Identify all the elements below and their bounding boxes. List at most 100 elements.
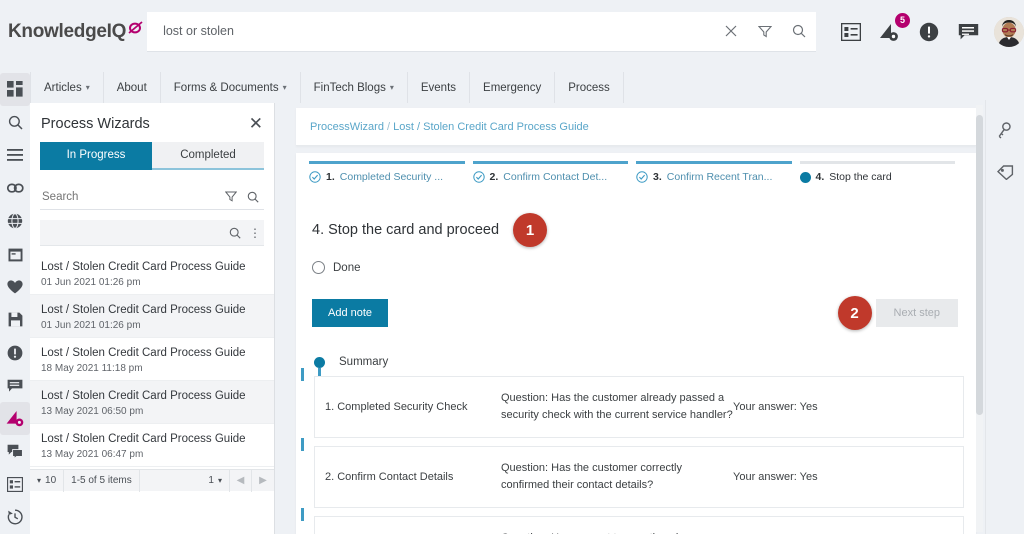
wizard-icon[interactable] — [0, 402, 30, 436]
globe-icon[interactable] — [0, 205, 30, 238]
list-item-title: Lost / Stolen Credit Card Process Guide — [41, 347, 246, 360]
chat-icon[interactable] — [955, 19, 981, 45]
logo-text: KnowledgeIQ — [8, 20, 127, 42]
scrollbar[interactable] — [976, 105, 983, 532]
right-icon-rail — [985, 100, 1024, 534]
wizard-stepper: 1. Completed Security ... 2. Confirm Con… — [296, 153, 976, 183]
search-icon[interactable] — [224, 227, 246, 239]
nav-tab-process[interactable]: Process — [555, 72, 624, 103]
step-progress-bar — [472, 161, 628, 164]
add-note-button[interactable]: Add note — [312, 299, 389, 327]
process-wizards-panel: Process Wizards ✕ In Progress Completed … — [30, 103, 275, 534]
nav-tab-label: FinTech Blogs — [313, 81, 386, 94]
search-icon[interactable] — [0, 106, 30, 139]
step-number: 3. — [653, 171, 662, 183]
annotation-badge-2: 2 — [837, 296, 872, 330]
action-buttons: Add note 2 Next step — [296, 274, 976, 330]
alert-icon[interactable] — [0, 336, 30, 369]
breadcrumb-current: Lost / Stolen Credit Card Process Guide — [393, 120, 589, 133]
list-item-date: 01 Jun 2021 01:26 pm — [41, 277, 141, 289]
search-input[interactable] — [147, 23, 714, 39]
page-selector[interactable]: 1 ▾ — [140, 469, 230, 492]
save-icon[interactable] — [0, 303, 30, 336]
list-icon[interactable] — [0, 468, 30, 501]
app-root: KnowledgeIQ 5 — [0, 0, 1024, 534]
chat-icon[interactable] — [0, 369, 30, 402]
step-label: Confirm Recent Tran... — [666, 171, 773, 183]
panel-header: Process Wizards ✕ — [30, 103, 274, 142]
radio-icon — [312, 261, 325, 274]
tab-completed[interactable]: Completed — [152, 142, 264, 170]
chevron-down-icon: ▾ — [37, 476, 42, 486]
nav-tab-emergency[interactable]: Emergency — [470, 72, 556, 103]
filter-icon[interactable] — [220, 191, 242, 202]
key-icon[interactable] — [993, 118, 1017, 142]
tag-icon[interactable] — [993, 160, 1017, 184]
search-icon[interactable] — [242, 191, 264, 203]
breadcrumb[interactable]: ProcessWizard / Lost / Stolen Credit Car… — [310, 121, 589, 133]
nav-tab-label: Emergency — [483, 81, 542, 94]
list-item[interactable]: Lost / Stolen Credit Card Process Guide … — [30, 338, 274, 382]
next-page-button[interactable]: ▶ — [252, 470, 274, 492]
summary-dot-icon — [314, 356, 325, 380]
list-item-title: Lost / Stolen Credit Card Process Guide — [41, 261, 246, 273]
link-icon[interactable] — [0, 172, 30, 205]
nav-tab-forms-documents[interactable]: Forms & Documents ▾ — [161, 72, 301, 103]
nav-tab-articles[interactable]: Articles ▾ — [30, 72, 104, 103]
list-item[interactable]: Lost / Stolen Credit Card Process Guide … — [30, 252, 274, 296]
list-view-icon[interactable] — [838, 19, 864, 45]
close-icon[interactable]: ✕ — [249, 115, 263, 132]
page-size-selector[interactable]: ▾ 10 — [30, 469, 65, 492]
summary-header: Summary — [296, 330, 976, 380]
list-item-title: Lost / Stolen Credit Card Process Guide — [41, 390, 246, 403]
chevron-down-icon: ▾ — [85, 83, 90, 92]
close-icon[interactable] — [714, 11, 748, 51]
more-options-icon[interactable]: ⋮ — [246, 227, 264, 239]
next-step-button[interactable]: Next step — [875, 299, 958, 327]
step-4[interactable]: 4. Stop the card — [799, 161, 964, 183]
list-item[interactable]: Lost / Stolen Credit Card Process Guide … — [30, 381, 274, 425]
comments-icon[interactable] — [0, 435, 30, 468]
list-item[interactable]: Lost / Stolen Credit Card Process Guide … — [30, 295, 274, 339]
page-value: 1 — [208, 475, 214, 487]
breadcrumb-separator: / — [383, 120, 394, 133]
wizard-gear-icon[interactable]: 5 — [877, 12, 910, 45]
scrollbar-thumb[interactable] — [976, 115, 983, 415]
tab-in-progress[interactable]: In Progress — [40, 142, 152, 170]
step-3[interactable]: 3. Confirm Recent Tran... — [636, 161, 800, 183]
done-option[interactable]: Done — [296, 247, 976, 274]
nav-tab-fintech-blogs[interactable]: FinTech Blogs ▾ — [301, 72, 408, 103]
heart-icon[interactable] — [0, 271, 30, 304]
orbit-icon — [127, 20, 143, 38]
wizard-card: 1. Completed Security ... 2. Confirm Con… — [296, 153, 976, 534]
nav-tab-events[interactable]: Events — [408, 72, 471, 103]
summary-question: Question: Has the customer correctly con… — [501, 462, 682, 492]
nav-tab-about[interactable]: About — [104, 72, 161, 103]
step-number: 4. — [815, 171, 825, 183]
panel-search-input[interactable] — [40, 189, 220, 204]
check-circle-icon — [309, 171, 321, 183]
list-item[interactable]: Lost / Stolen Credit Card Process Guide … — [30, 424, 274, 468]
step-number: 2. — [489, 171, 499, 183]
history-icon[interactable] — [0, 501, 30, 534]
nav-tab-label: Articles — [44, 81, 82, 94]
page-size-value: 10 — [45, 475, 57, 487]
list-item-date: 13 May 2021 06:50 pm — [41, 406, 144, 418]
filter-icon[interactable] — [748, 11, 782, 51]
summary-answer: Your answer: Yes — [733, 471, 818, 484]
step-1[interactable]: 1. Completed Security ... — [309, 161, 473, 183]
prev-page-button[interactable]: ◀ — [230, 469, 252, 492]
wizard-list: Lost / Stolen Credit Card Process Guide … — [30, 252, 274, 468]
panel-search — [40, 184, 264, 210]
app-logo[interactable]: KnowledgeIQ — [0, 21, 147, 43]
menu-icon[interactable] — [0, 139, 30, 172]
alert-icon[interactable] — [916, 19, 942, 45]
breadcrumb-root[interactable]: ProcessWizard — [310, 121, 384, 133]
avatar[interactable] — [994, 16, 1024, 47]
panel-secondary-bar: ⋮ — [40, 220, 264, 246]
search-icon[interactable] — [782, 11, 816, 51]
calendar-icon[interactable] — [0, 238, 30, 271]
step-2[interactable]: 2. Confirm Contact Det... — [472, 161, 637, 183]
dashboard-icon[interactable] — [0, 73, 30, 106]
chevron-down-icon: ▾ — [217, 476, 222, 486]
